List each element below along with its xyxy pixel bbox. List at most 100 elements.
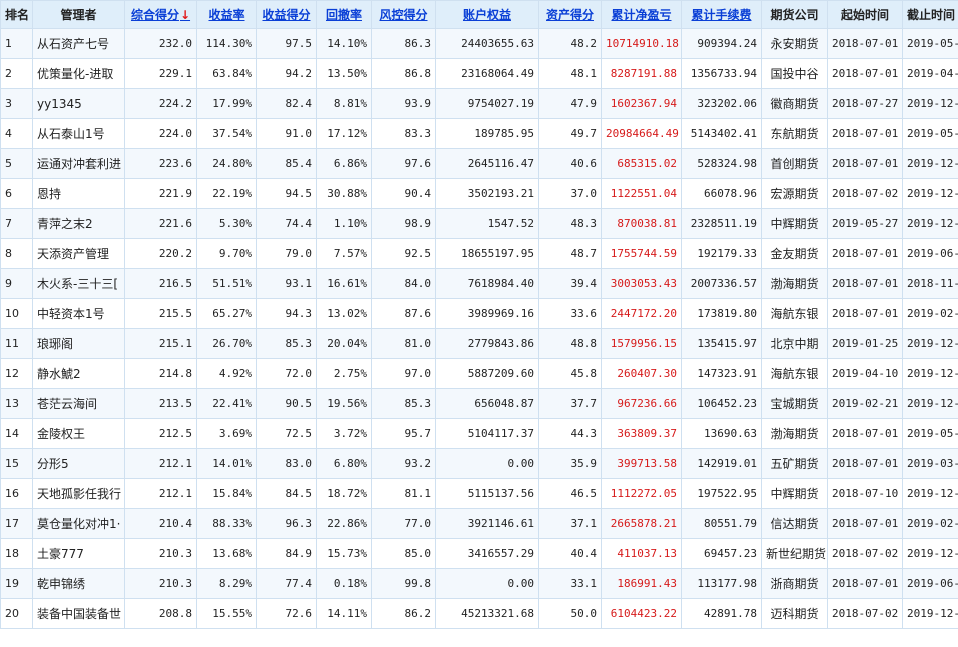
start-date-cell: 2018-07-01	[827, 268, 903, 299]
return-score-cell: 85.4	[256, 148, 317, 179]
company-cell: 渤海期货	[761, 418, 828, 449]
fees-cell: 909394.24	[681, 28, 762, 59]
table-row: 13 苍茫云海间 213.5 22.41% 90.5 19.56% 85.3 656048.8…	[0, 388, 958, 419]
drawdown-cell: 14.11%	[316, 598, 372, 629]
return-rate-cell: 24.80%	[196, 148, 257, 179]
equity-cell: 24403655.63	[435, 28, 539, 59]
header-return-rate-sort[interactable]: 收益率	[196, 0, 257, 29]
manager-link[interactable]: 青萍之末2	[32, 208, 125, 239]
equity-cell: 5104117.37	[435, 418, 539, 449]
asset-score-cell: 48.8	[538, 328, 602, 359]
equity-cell: 0.00	[435, 448, 539, 479]
rank-cell: 2	[0, 58, 33, 89]
start-date-cell: 2019-04-10	[827, 358, 903, 389]
total-score-cell: 221.9	[124, 178, 197, 209]
manager-link[interactable]: 运通对冲套利进	[32, 148, 125, 179]
asset-score-cell: 33.1	[538, 568, 602, 599]
total-score-cell: 212.1	[124, 448, 197, 479]
header-drawdown-sort[interactable]: 回撤率	[316, 0, 372, 29]
manager-link[interactable]: 苍茫云海间	[32, 388, 125, 419]
manager-link[interactable]: 优策量化-进取	[32, 58, 125, 89]
return-rate-cell: 63.84%	[196, 58, 257, 89]
total-score-cell: 210.3	[124, 568, 197, 599]
equity-cell: 7618984.40	[435, 268, 539, 299]
header-net-pnl-sort[interactable]: 累计净盈亏	[601, 0, 682, 29]
net-pnl-cell: 8287191.88	[601, 58, 682, 89]
start-date-cell: 2018-07-01	[827, 418, 903, 449]
start-date-cell: 2018-07-01	[827, 28, 903, 59]
equity-cell: 3502193.21	[435, 178, 539, 209]
manager-link[interactable]: 从石资产七号	[32, 28, 125, 59]
manager-link[interactable]: 恩持	[32, 178, 125, 209]
equity-cell: 3416557.29	[435, 538, 539, 569]
rank-cell: 13	[0, 388, 33, 419]
company-cell: 中辉期货	[761, 208, 828, 239]
net-pnl-cell: 20984664.49	[601, 118, 682, 149]
manager-link[interactable]: 天地孤影任我行	[32, 478, 125, 509]
header-equity-sort[interactable]: 账户权益	[435, 0, 539, 29]
return-score-cell: 82.4	[256, 88, 317, 119]
manager-link[interactable]: 分形5	[32, 448, 125, 479]
company-cell: 永安期货	[761, 28, 828, 59]
start-date-cell: 2018-07-01	[827, 568, 903, 599]
end-date-cell: 2019-05-08	[902, 118, 958, 149]
risk-score-cell: 90.4	[371, 178, 436, 209]
fees-cell: 173819.80	[681, 298, 762, 329]
net-pnl-cell: 1122551.04	[601, 178, 682, 209]
manager-link[interactable]: 土豪777	[32, 538, 125, 569]
manager-link[interactable]: 装备中国装备世	[32, 598, 125, 629]
total-score-cell: 210.3	[124, 538, 197, 569]
asset-score-cell: 49.7	[538, 118, 602, 149]
fees-cell: 1356733.94	[681, 58, 762, 89]
risk-score-cell: 83.3	[371, 118, 436, 149]
return-score-cell: 84.5	[256, 478, 317, 509]
manager-link[interactable]: yy1345	[32, 88, 125, 119]
header-fees-sort[interactable]: 累计手续费	[681, 0, 762, 29]
rank-cell: 3	[0, 88, 33, 119]
header-start-date: 起始时间	[827, 0, 903, 29]
drawdown-cell: 16.61%	[316, 268, 372, 299]
start-date-cell: 2018-07-01	[827, 148, 903, 179]
manager-link[interactable]: 中轻资本1号	[32, 298, 125, 329]
risk-score-cell: 97.6	[371, 148, 436, 179]
total-score-cell: 210.4	[124, 508, 197, 539]
company-cell: 五矿期货	[761, 448, 828, 479]
return-rate-cell: 9.70%	[196, 238, 257, 269]
table-row: 7 青萍之末2 221.6 5.30% 74.4 1.10% 98.9 1547.52 48.3…	[0, 208, 958, 239]
total-score-cell: 215.1	[124, 328, 197, 359]
header-total-score-sort[interactable]: 综合得分↓	[124, 0, 197, 29]
manager-link[interactable]: 从石泰山1号	[32, 118, 125, 149]
manager-link[interactable]: 莫仓量化对冲1·	[32, 508, 125, 539]
return-score-cell: 72.6	[256, 598, 317, 629]
manager-link[interactable]: 静水鯱2	[32, 358, 125, 389]
manager-link[interactable]: 天添资产管理	[32, 238, 125, 269]
drawdown-cell: 19.56%	[316, 388, 372, 419]
rank-cell: 6	[0, 178, 33, 209]
table-row: 2 优策量化-进取 229.1 63.84% 94.2 13.50% 86.8 2316806…	[0, 58, 958, 89]
asset-score-cell: 35.9	[538, 448, 602, 479]
company-cell: 新世纪期货	[761, 538, 828, 569]
rank-cell: 12	[0, 358, 33, 389]
return-score-cell: 74.4	[256, 208, 317, 239]
rank-cell: 1	[0, 28, 33, 59]
manager-link[interactable]: 乾申锦绣	[32, 568, 125, 599]
net-pnl-cell: 685315.02	[601, 148, 682, 179]
total-score-cell: 216.5	[124, 268, 197, 299]
sort-desc-arrow-icon: ↓	[179, 8, 191, 22]
start-date-cell: 2018-07-01	[827, 298, 903, 329]
header-risk-score-sort[interactable]: 风控得分	[371, 0, 436, 29]
manager-link[interactable]: 金陵权王	[32, 418, 125, 449]
header-return-score-sort[interactable]: 收益得分	[256, 0, 317, 29]
end-date-cell: 2019-12-16	[902, 388, 958, 419]
return-score-cell: 94.3	[256, 298, 317, 329]
table-row: 3 yy1345 224.2 17.99% 82.4 8.81% 93.9 9754027.1…	[0, 88, 958, 119]
end-date-cell: 2019-12-16	[902, 148, 958, 179]
net-pnl-cell: 399713.58	[601, 448, 682, 479]
drawdown-cell: 3.72%	[316, 418, 372, 449]
manager-link[interactable]: 琅琊阁	[32, 328, 125, 359]
header-asset-score-sort[interactable]: 资产得分	[538, 0, 602, 29]
start-date-cell: 2019-01-25	[827, 328, 903, 359]
net-pnl-cell: 2447172.20	[601, 298, 682, 329]
manager-link[interactable]: 木火系-三十三[	[32, 268, 125, 299]
company-cell: 金友期货	[761, 238, 828, 269]
